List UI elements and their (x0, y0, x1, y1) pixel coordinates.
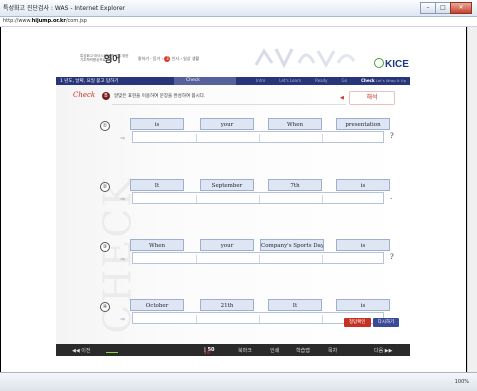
row-punctuation: ? (390, 132, 394, 140)
step-check[interactable]: Check (361, 78, 375, 83)
word-chip[interactable]: September (200, 179, 254, 191)
next-button[interactable]: 다음 ▶▶ (374, 347, 392, 354)
row-number: ③ (100, 242, 110, 252)
word-chip[interactable]: 7th (268, 179, 322, 191)
page-counter: 16 | 50 (204, 347, 215, 356)
word-chip[interactable]: is (336, 179, 390, 191)
breadcrumb: 말하기 · 듣기 › 3 인사 › 일상 생활 (138, 56, 200, 62)
row-punctuation: ? (390, 253, 394, 261)
answer-input[interactable] (132, 192, 384, 204)
address-bar[interactable]: http://www.hijump.or.kr/com.jsp (0, 17, 477, 27)
answer-actions: 정답확인 다시하기 (342, 318, 400, 327)
row-number: ② (100, 182, 110, 192)
answer-input[interactable] (132, 252, 384, 264)
tab-check[interactable]: Check (174, 77, 236, 85)
learning-map-button[interactable]: 학습맵 (296, 347, 310, 354)
subject-title: 영어 (104, 55, 121, 65)
maximize-button[interactable]: □ (435, 2, 451, 14)
row-number: ① (100, 121, 110, 131)
arrow-icon: ⇒ (120, 256, 126, 263)
print-button[interactable]: 인쇄 (270, 347, 279, 354)
instruction-divider (112, 104, 346, 105)
word-chip[interactable]: your (200, 239, 254, 251)
word-chip[interactable]: is (336, 239, 390, 251)
kice-logo: KICE (374, 58, 409, 70)
word-chip[interactable]: It (130, 179, 184, 191)
explain-button[interactable]: 해석 (340, 91, 395, 105)
word-chip[interactable]: is (130, 118, 184, 130)
frame-border-left (0, 27, 1, 372)
word-chip[interactable]: When (268, 118, 322, 130)
word-chip[interactable]: When (130, 239, 184, 251)
arrow-icon: ⇒ (120, 135, 126, 142)
window-controls: – □ ✕ (420, 2, 472, 14)
lesson-bottom-bar: ◀◀ 이전 16 | 50 북마크 인쇄 학습맵 목차 다음 ▶▶ (56, 344, 410, 356)
word-chip[interactable]: presentation (336, 118, 390, 130)
minimize-button[interactable]: – (420, 2, 436, 14)
url-text[interactable]: http://www.hijump.or.kr/com.jsp (3, 18, 87, 24)
answer-input[interactable] (132, 131, 384, 143)
kice-ring-icon (374, 58, 384, 68)
exercise-row-4: ④ October 21th It is ⇒ . (100, 299, 392, 335)
instruction-text: 알맞은 표현을 이용하여 문장을 완성하여 봅시다. (114, 94, 206, 99)
word-chip[interactable]: is (336, 299, 390, 311)
window-titlebar: 특성화고 진단검사 : WAS - Internet Explorer – □ … (0, 0, 477, 17)
word-chip[interactable]: It (268, 299, 322, 311)
word-chip[interactable]: 21th (200, 299, 254, 311)
vertical-scrollbar[interactable] (467, 27, 477, 372)
step-intro[interactable]: Intro (256, 78, 265, 83)
prev-button[interactable]: ◀◀ 이전 (72, 347, 90, 354)
step-go[interactable]: Go (342, 78, 348, 83)
question-number-badge: B (102, 92, 110, 100)
step-wrap-up[interactable]: Let's Wrap It Up (376, 78, 406, 83)
word-chip[interactable]: Company's Sports Day (260, 239, 324, 251)
exercise-panel: CHECK Check B 알맞은 표현을 이용하여 문장을 완성하여 봅시다.… (56, 85, 410, 350)
step-lets-learn[interactable]: Let's Learn (279, 78, 301, 83)
row-punctuation: . (390, 193, 393, 201)
step-ready[interactable]: Ready (315, 78, 327, 83)
row-number: ④ (100, 302, 110, 312)
exercise-row-1: ① is your When presentation ⇒ ? (100, 118, 394, 154)
retry-button[interactable]: 다시하기 (372, 318, 400, 327)
header-decoration-graphic (254, 48, 356, 69)
check-logo: Check (73, 91, 96, 99)
lesson-content: 특성화고·마이스터고 학생을 위한 기초학력향상프로그램 영어 말하기 · 듣기… (56, 40, 410, 360)
word-chip[interactable]: October (130, 299, 184, 311)
bookmark-button[interactable]: 북마크 (238, 347, 252, 354)
lesson-navbar: 1 년도, 날짜, 요일 묻고 답하기 Check Intro Let's Le… (56, 77, 410, 85)
arrow-icon: ⇒ (120, 316, 126, 323)
window-title: 특성화고 진단검사 : WAS - Internet Explorer (3, 5, 126, 12)
zoom-level[interactable]: 100% (455, 379, 469, 385)
close-button[interactable]: ✕ (450, 2, 472, 14)
unit-number-badge: 3 (164, 56, 171, 62)
status-bar: 100% (0, 372, 477, 391)
word-chip[interactable]: your (200, 118, 254, 130)
arrow-icon: ⇒ (120, 196, 126, 203)
lesson-header: 특성화고·마이스터고 학생을 위한 기초학력향상프로그램 영어 말하기 · 듣기… (56, 40, 410, 70)
volume-icon[interactable] (106, 346, 118, 353)
exercise-row-3: ③ When your Company's Sports Day is ⇒ ? (100, 239, 394, 275)
index-button[interactable]: 목차 (328, 347, 337, 354)
check-answer-button[interactable]: 정답확인 (344, 318, 371, 327)
lesson-title: 1 년도, 날짜, 요일 묻고 답하기 (60, 79, 119, 84)
exercise-row-2: ② It September 7th is ⇒ . (100, 179, 393, 215)
step-nav: Intro Let's Learn Ready Go Check (256, 78, 389, 83)
